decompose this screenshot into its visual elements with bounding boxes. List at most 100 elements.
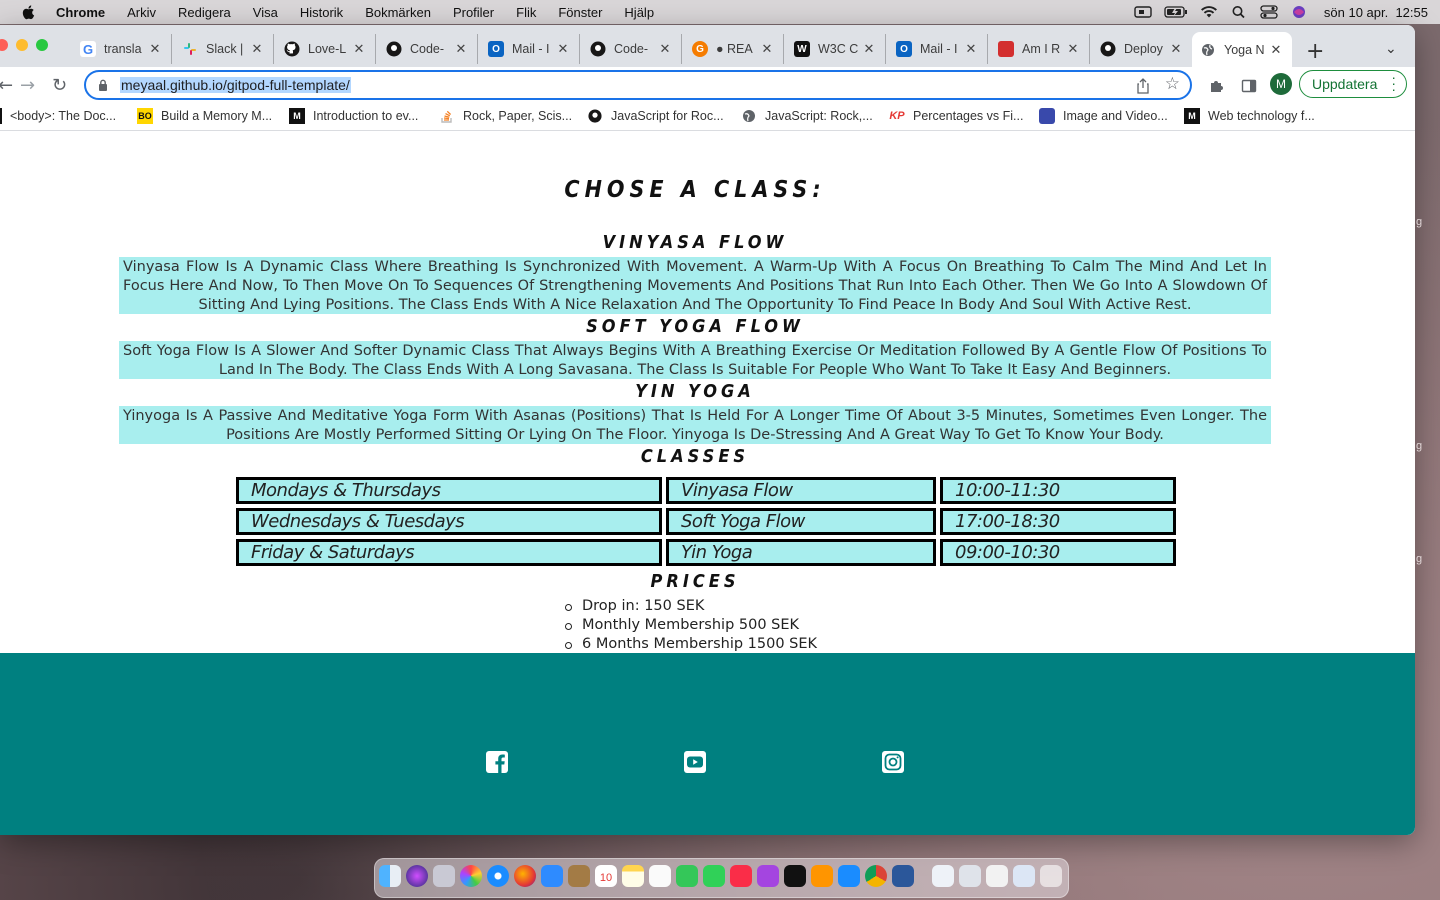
safari-icon[interactable] (487, 865, 509, 887)
new-tab-button[interactable]: + (1306, 39, 1324, 64)
tab-code-1[interactable]: Code- ✕ (378, 34, 478, 64)
forward-icon[interactable]: → (20, 75, 35, 96)
youtube-icon[interactable] (683, 750, 707, 774)
lock-icon[interactable] (98, 79, 108, 91)
preview-icon[interactable] (986, 865, 1008, 887)
menu-visa[interactable]: Visa (253, 5, 278, 20)
menu-app-name[interactable]: Chrome (56, 5, 105, 20)
back-icon[interactable]: ← (0, 75, 13, 96)
wifi-icon[interactable] (1200, 5, 1218, 19)
launchpad-icon[interactable] (433, 865, 455, 887)
mdn-icon: M (1184, 108, 1200, 124)
facebook-icon[interactable] (485, 750, 509, 774)
address-bar[interactable]: meyaal.github.io/gitpod-full-template/ ☆ (84, 70, 1192, 100)
facetime-icon[interactable] (703, 865, 725, 887)
books-icon[interactable] (811, 865, 833, 887)
tab-love-l[interactable]: Love-L ✕ (276, 34, 376, 64)
scanner-icon[interactable] (959, 865, 981, 887)
menu-historik[interactable]: Historik (300, 5, 343, 20)
close-tab-icon[interactable]: ✕ (351, 41, 367, 57)
tab-mail-1[interactable]: O Mail - I ✕ (480, 34, 580, 64)
close-tab-icon[interactable]: ✕ (963, 41, 979, 57)
bookmark-item[interactable]: M Introduction to ev... (289, 108, 418, 124)
outlook-icon: O (488, 41, 504, 57)
reload-icon[interactable]: ↻ (52, 75, 67, 96)
minimize-window-button[interactable] (16, 39, 28, 51)
siri-icon[interactable] (1290, 5, 1308, 19)
close-tab-icon[interactable]: ✕ (759, 41, 775, 57)
bookmark-item[interactable]: M Web technology f... (1184, 108, 1315, 124)
calendar-icon[interactable]: 10 (595, 865, 617, 887)
close-tab-icon[interactable]: ✕ (249, 41, 265, 57)
document-icon[interactable] (932, 865, 954, 887)
screen-mirroring-icon[interactable] (1134, 5, 1152, 19)
tab-search-chevron-icon[interactable]: ⌄ (1385, 41, 1397, 57)
control-center-icon[interactable] (1260, 5, 1278, 19)
tab-am-i-responsive[interactable]: Am I R ✕ (990, 34, 1090, 64)
close-window-button[interactable] (0, 39, 8, 51)
bookmark-item[interactable]: Image and Video... (1039, 108, 1168, 124)
menu-flik[interactable]: Flik (516, 5, 536, 20)
update-button[interactable]: Uppdatera · · · (1299, 70, 1407, 98)
close-tab-icon[interactable]: ✕ (1065, 41, 1081, 57)
mdn-icon: M (289, 108, 305, 124)
bookmark-item[interactable]: KP Percentages vs Fi... (889, 108, 1023, 124)
menu-bokmarken[interactable]: Bokmärken (365, 5, 431, 20)
close-tab-icon[interactable]: ✕ (453, 41, 469, 57)
reminders-icon[interactable] (649, 865, 671, 887)
url-text[interactable]: meyaal.github.io/gitpod-full-template/ (120, 77, 351, 93)
more-options-icon[interactable]: · · · (1391, 70, 1396, 96)
tab-translate[interactable]: G transla ✕ (72, 34, 172, 64)
bookmark-item[interactable]: JavaScript for Roc... (587, 108, 724, 124)
messages-icon[interactable] (676, 865, 698, 887)
menu-profiler[interactable]: Profiler (453, 5, 494, 20)
photos-icon[interactable] (460, 865, 482, 887)
apple-menu-icon[interactable] (20, 3, 38, 21)
close-tab-icon[interactable]: ✕ (861, 41, 877, 57)
menu-arkiv[interactable]: Arkiv (127, 5, 156, 20)
apple-tv-icon[interactable] (784, 865, 806, 887)
close-tab-icon[interactable]: ✕ (555, 41, 571, 57)
music-icon[interactable] (730, 865, 752, 887)
bookmark-item[interactable]: <body>: The Doc... (0, 108, 116, 124)
mail-icon[interactable] (541, 865, 563, 887)
menu-redigera[interactable]: Redigera (178, 5, 231, 20)
bookmark-item[interactable]: Rock, Paper, Scis... (439, 108, 572, 124)
contacts-icon[interactable] (568, 865, 590, 887)
trash-icon[interactable] (1040, 865, 1062, 887)
spotlight-search-icon[interactable] (1230, 5, 1248, 19)
tab-deploy[interactable]: Deploy ✕ (1092, 34, 1192, 64)
tab-readme[interactable]: G ● REA ✕ (684, 34, 784, 64)
tab-mail-2[interactable]: O Mail - I ✕ (888, 34, 988, 64)
firefox-icon[interactable] (514, 865, 536, 887)
zoom-window-button[interactable] (36, 39, 48, 51)
tab-w3c[interactable]: W W3C C ✕ (786, 34, 886, 64)
tab-slack[interactable]: Slack | ✕ (174, 34, 274, 64)
menu-fonster[interactable]: Fönster (558, 5, 602, 20)
instagram-icon[interactable] (881, 750, 905, 774)
bookmark-item[interactable]: BO Build a Memory M... (137, 108, 272, 124)
close-tab-icon[interactable]: ✕ (1168, 41, 1184, 57)
battery-icon[interactable] (1164, 5, 1188, 19)
word-icon[interactable] (892, 865, 914, 887)
bookmark-item[interactable]: JavaScript: Rock,... (741, 108, 873, 124)
tab-code-2[interactable]: Code- ✕ (582, 34, 682, 64)
downloads-folder-icon[interactable] (1013, 865, 1035, 887)
side-panel-icon[interactable] (1241, 78, 1257, 94)
bookmark-star-icon[interactable]: ☆ (1165, 74, 1180, 94)
share-icon[interactable] (1136, 78, 1150, 94)
siri-icon[interactable] (406, 865, 428, 887)
close-tab-icon[interactable]: ✕ (1268, 42, 1284, 58)
podcasts-icon[interactable] (757, 865, 779, 887)
finder-icon[interactable] (379, 865, 401, 887)
menubar-clock[interactable]: sön 10 apr. 12:55 (1324, 5, 1428, 20)
profile-avatar[interactable]: M (1270, 73, 1292, 95)
menu-hjalp[interactable]: Hjälp (624, 5, 654, 20)
extensions-puzzle-icon[interactable] (1208, 78, 1224, 94)
chrome-icon[interactable] (865, 865, 887, 887)
close-tab-icon[interactable]: ✕ (147, 41, 163, 57)
app-store-icon[interactable] (838, 865, 860, 887)
tab-yoga-active[interactable]: Yoga N ✕ (1192, 32, 1292, 67)
notes-icon[interactable] (622, 865, 644, 887)
close-tab-icon[interactable]: ✕ (657, 41, 673, 57)
